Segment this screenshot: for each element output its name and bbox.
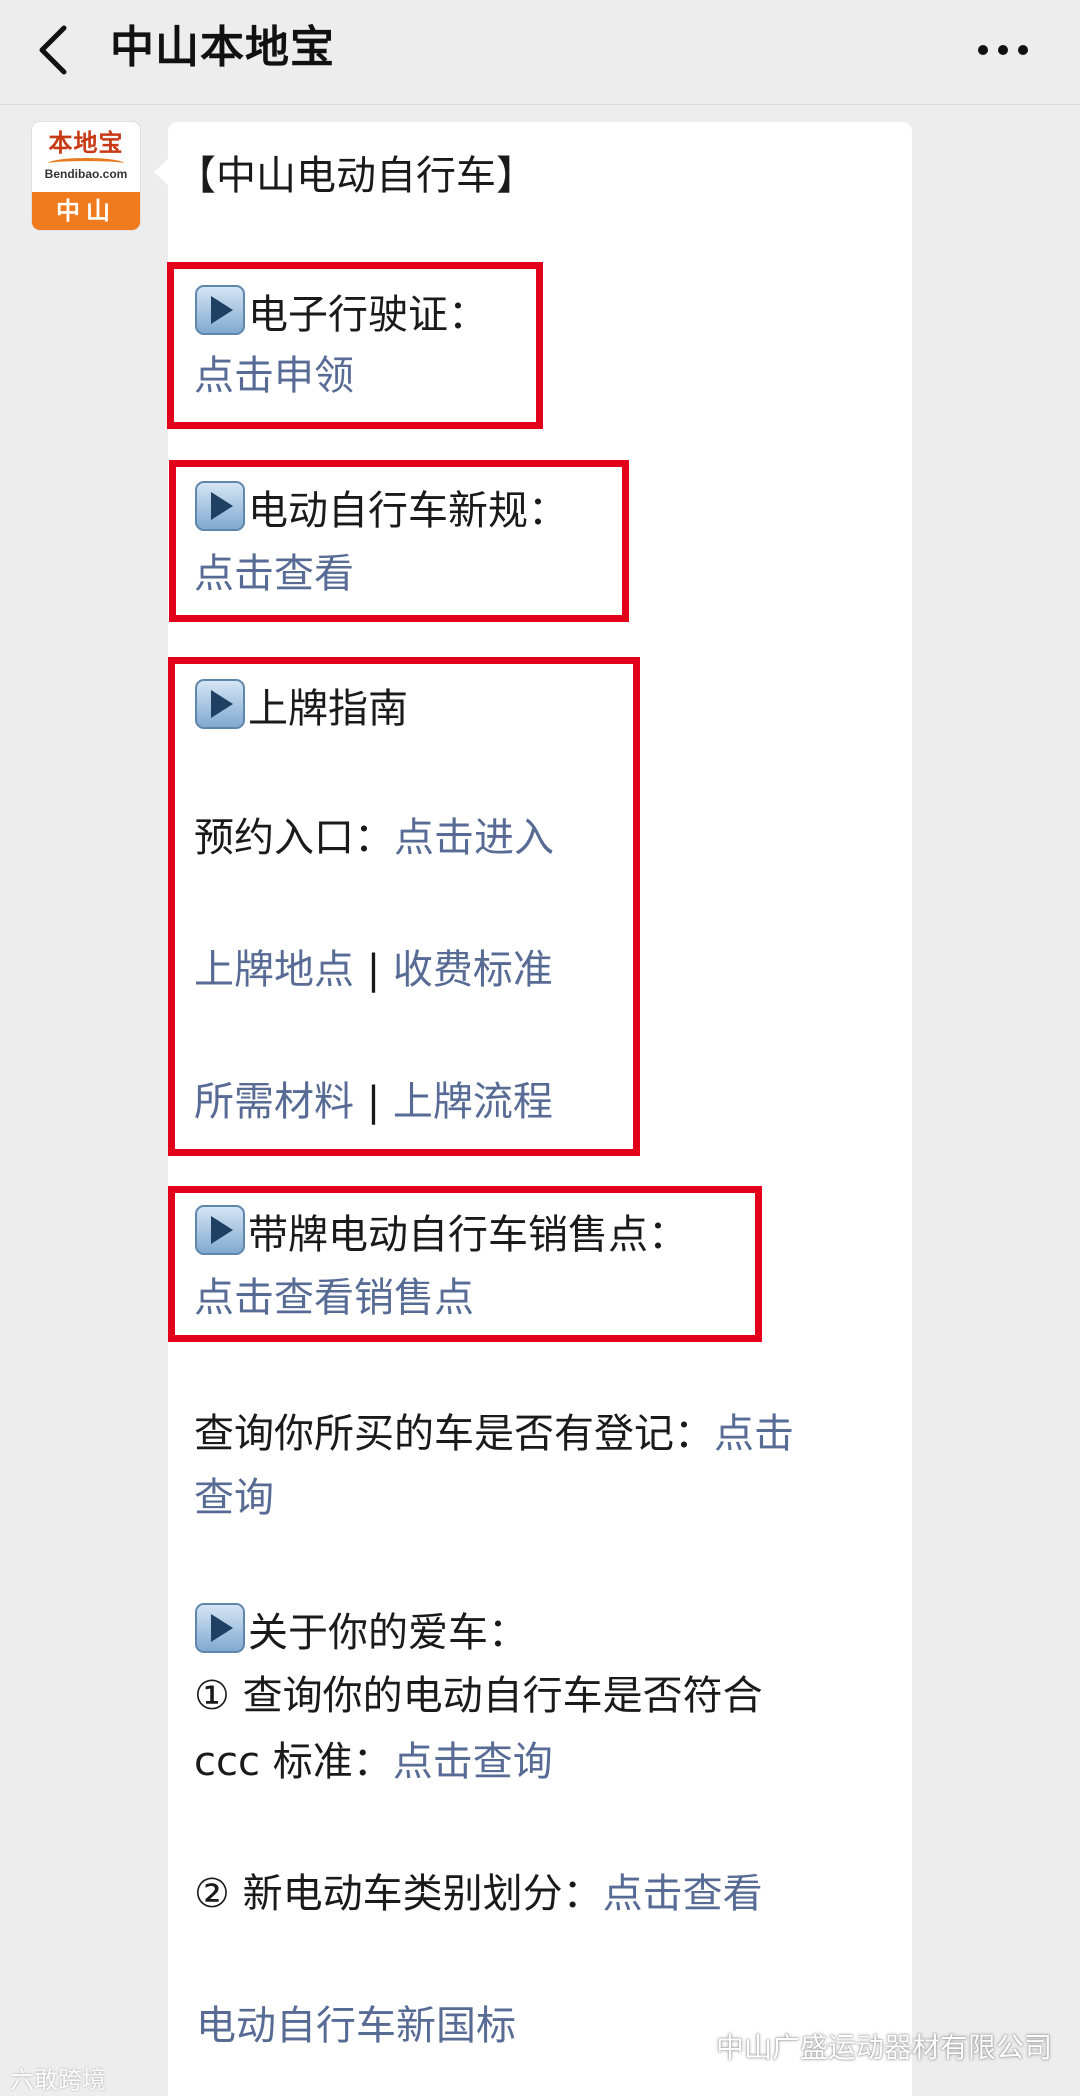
separator: | — [366, 947, 381, 993]
separator: | — [366, 1079, 381, 1125]
required-materials-link[interactable]: 所需材料 — [194, 1079, 354, 1125]
about-label-line: 关于你的爱车： — [194, 1602, 528, 1661]
ccc-standard-label: ccc 标准： — [194, 1739, 393, 1785]
materials-process-line: 所需材料 | 上牌流程 — [194, 1074, 553, 1130]
back-arrow-icon[interactable] — [34, 22, 74, 78]
new-rules-label-line: 电动自行车新规： — [194, 480, 568, 539]
license-label: 电子行驶证： — [248, 292, 488, 338]
registration-query-link[interactable]: 点击 — [714, 1411, 794, 1457]
ccc-query-link[interactable]: 点击查询 — [393, 1739, 553, 1785]
about-item1-text: ① 查询你的电动自行车是否符合 — [194, 1673, 763, 1719]
wechat-icon — [676, 2035, 710, 2060]
license-label-line: 电子行驶证： — [194, 284, 488, 343]
page-title: 中山本地宝 — [110, 22, 335, 73]
plate-guide-label: 上牌指南 — [248, 686, 408, 732]
play-icon — [195, 679, 245, 729]
watermark-right-text: 中山广盛运动器材有限公司 — [716, 2031, 1053, 2064]
avatar-city: 中山 — [32, 192, 140, 230]
fee-standard-link[interactable]: 收费标准 — [393, 947, 553, 993]
booking-label: 预约入口： — [194, 815, 394, 861]
bubble-tail — [154, 158, 169, 186]
license-apply-link[interactable]: 点击申领 — [194, 348, 354, 404]
about-label: 关于你的爱车： — [248, 1610, 528, 1656]
about-item1-line2: ccc 标准：点击查询 — [194, 1734, 553, 1790]
watermark-left: 六敢跨境 — [10, 2066, 106, 2094]
category-view-link[interactable]: 点击查看 — [603, 1871, 763, 1917]
plate-location-link[interactable]: 上牌地点 — [194, 947, 354, 993]
booking-line: 预约入口：点击进入 — [194, 810, 554, 866]
new-rules-view-link[interactable]: 点击查看 — [194, 546, 354, 602]
booking-enter-link[interactable]: 点击进入 — [394, 815, 554, 861]
avatar-domain: Bendibao.com — [44, 167, 128, 181]
national-standard-link[interactable]: 电动自行车新国标 — [196, 1998, 516, 2054]
plate-process-link[interactable]: 上牌流程 — [393, 1079, 553, 1125]
about-item2-line: ② 新电动车类别划分：点击查看 — [194, 1866, 763, 1922]
play-icon — [195, 1603, 245, 1653]
play-icon — [195, 1205, 245, 1255]
avatar-logo-text: 本地宝 — [48, 129, 124, 157]
content-heading: 【中山电动自行车】 — [176, 153, 536, 199]
more-options-icon[interactable] — [975, 40, 1031, 60]
nav-header: 中山本地宝 — [0, 0, 1080, 105]
play-icon — [195, 481, 245, 531]
new-rules-label: 电动自行车新规： — [248, 488, 568, 534]
category-label: ② 新电动车类别划分： — [194, 1871, 603, 1917]
play-icon — [195, 285, 245, 335]
location-fee-line: 上牌地点 | 收费标准 — [194, 942, 553, 998]
sales-label-line: 带牌电动自行车销售点： — [194, 1204, 688, 1263]
sales-label: 带牌电动自行车销售点： — [248, 1212, 688, 1258]
account-avatar[interactable]: 本地宝 Bendibao.com 中山 — [32, 122, 140, 230]
watermark-right: 中山广盛运动器材有限公司 — [676, 2026, 1052, 2066]
registration-line: 查询你所买的车是否有登记：点击 — [194, 1406, 794, 1462]
sales-view-link[interactable]: 点击查看销售点 — [194, 1270, 474, 1326]
registration-query-link-cont[interactable]: 查询 — [194, 1470, 274, 1526]
plate-guide-label-line: 上牌指南 — [194, 678, 408, 737]
registration-label: 查询你所买的车是否有登记： — [194, 1411, 714, 1457]
